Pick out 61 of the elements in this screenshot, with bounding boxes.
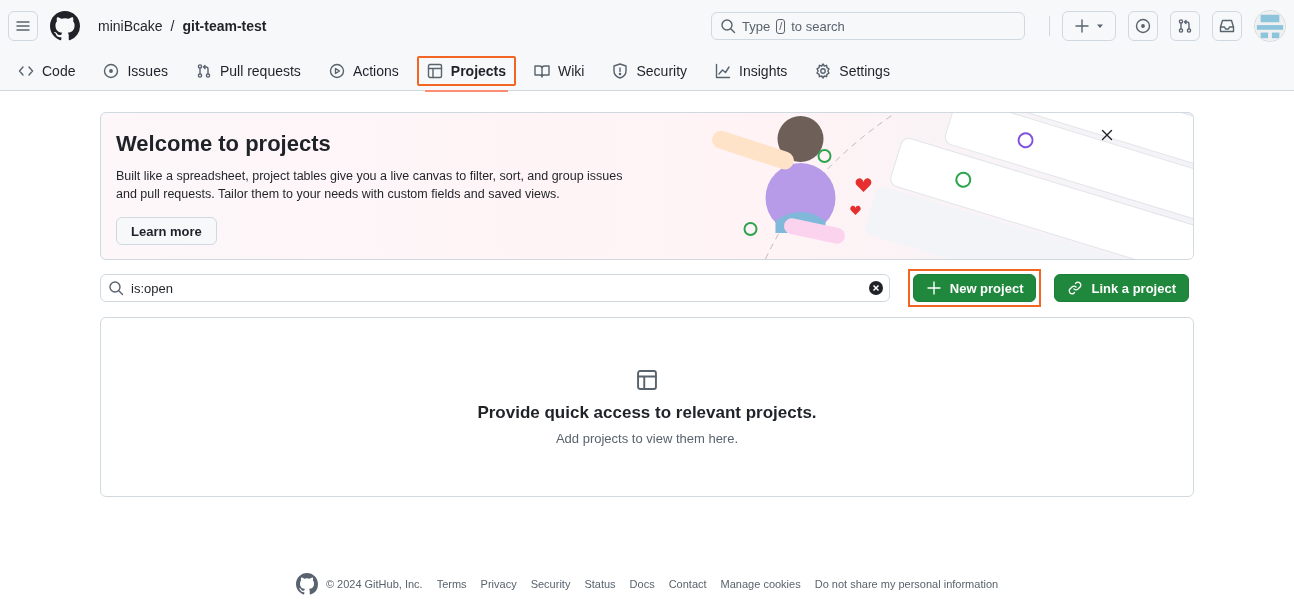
pull-request-icon [195,63,212,79]
shield-icon [612,63,629,79]
footer-link[interactable]: Security [530,578,571,590]
breadcrumb-separator: / [170,18,175,34]
close-icon [871,284,880,292]
close-button[interactable] [1099,127,1115,143]
search-icon [108,280,124,296]
plus-icon [1074,18,1090,34]
issue-icon [103,63,120,79]
footer-link[interactable]: Contact [668,578,707,590]
pull-request-icon [1177,18,1193,34]
link-icon [1067,280,1084,296]
issues-button[interactable] [1128,11,1158,41]
nav-tab[interactable]: Code [8,56,86,86]
plus-icon [925,280,942,296]
nav-tab[interactable]: Issues [93,56,178,86]
nav-tab[interactable]: Wiki [524,56,595,86]
nav-tab[interactable]: Insights [705,56,798,86]
search-field[interactable]: Type / to search [711,12,1025,40]
book-icon [534,63,551,79]
create-button[interactable] [1062,11,1116,41]
copyright-text: © 2024 GitHub, Inc. [325,578,423,590]
octocat-logo-icon[interactable] [50,11,80,41]
menu-icon [15,18,31,34]
nav-tab[interactable]: Security [602,56,698,86]
play-icon [328,63,345,79]
menu-button[interactable] [8,11,38,41]
inbox-button[interactable] [1212,11,1242,41]
nav-tab[interactable]: Actions [318,56,409,86]
repo-link[interactable]: git-team-test [182,18,267,34]
footer-link[interactable]: Privacy [480,578,517,590]
settings-icon [815,63,832,79]
link-project-button[interactable]: Link a project [1054,274,1189,302]
filter-field[interactable]: is:open [100,274,890,302]
empty-state-text: Add projects to view them here. [555,430,739,446]
footer-link[interactable]: Terms [436,578,467,590]
table-icon [636,368,658,391]
search-placeholder: to search [791,18,845,34]
search-placeholder: Type [742,18,771,34]
shortcut-key: / [776,18,786,34]
footer-link[interactable]: Docs [629,578,655,590]
search-icon [720,18,736,34]
footer-link[interactable]: Status [584,578,616,590]
table-icon [426,63,443,79]
banner-text: Built like a spreadsheet, project tables give you a live canvas to filter, sort, and group issues and pull requests. Tailor them to your needs with custom fields and saved views. [116,168,624,203]
empty-state-title: Provide quick access to relevant projects. [477,402,817,423]
new-project-button[interactable]: New project [912,274,1037,302]
footer-link[interactable]: Manage cookies [720,578,801,590]
pull-requests-button[interactable] [1170,11,1200,41]
github-logo-icon [295,573,318,595]
banner-title: Welcome to projects [116,131,332,157]
learn-more-button[interactable]: Learn more [116,217,217,245]
inbox-icon [1219,18,1235,34]
close-icon [1099,127,1115,143]
graph-icon [715,63,732,79]
caret-icon [1096,22,1104,30]
footer-link[interactable]: Do not share my personal information [814,578,999,590]
owner-link[interactable]: miniBcake [98,18,163,34]
nav-tab[interactable]: Pull requests [185,56,311,86]
issue-icon [1135,18,1151,34]
nav-tab[interactable]: Settings [805,56,900,86]
